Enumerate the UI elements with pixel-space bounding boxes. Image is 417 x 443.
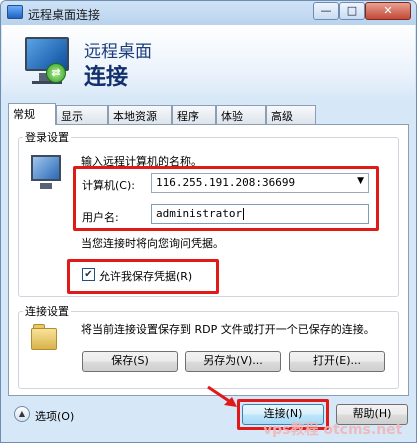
red-arrow-icon: [207, 385, 237, 407]
connection-description: 将当前连接设置保存到 RDP 文件或打开一个已保存的连接。: [81, 323, 375, 336]
title-bar[interactable]: 远程桌面连接 — □ ✕: [1, 1, 416, 25]
computer-icon: [31, 155, 61, 181]
save-as-button[interactable]: 另存为(V)...: [185, 351, 281, 372]
general-tab-panel: 登录设置 输入远程计算机的名称。 计算机(C): 116.255.191.208…: [8, 124, 409, 396]
remote-desktop-window: 远程桌面连接 — □ ✕ ⇄ 远程桌面 连接 常规 显示 本地资源 程序 体验 …: [0, 0, 417, 443]
options-toggle[interactable]: 选项(O): [35, 408, 74, 424]
connection-arrow-icon: ⇄: [46, 63, 66, 83]
minimize-button[interactable]: —: [313, 2, 339, 20]
tab-advanced[interactable]: 高级: [266, 105, 316, 124]
maximize-button[interactable]: □: [339, 2, 365, 20]
connection-settings-label: 连接设置: [23, 303, 71, 319]
login-settings-label: 登录设置: [23, 129, 71, 145]
watermark-text: vps教程 otcms.net: [263, 422, 403, 438]
folder-icon: [31, 328, 57, 350]
header-banner: ⇄ 远程桌面 连接: [2, 25, 415, 101]
computer-stand: [40, 183, 52, 189]
tab-local-resources[interactable]: 本地资源: [108, 105, 172, 124]
annotation-box-save-credentials: [67, 259, 219, 294]
banner-headline: 连接: [84, 65, 129, 90]
save-button[interactable]: 保存(S): [82, 351, 178, 372]
close-button[interactable]: ✕: [365, 2, 411, 20]
chevron-up-icon[interactable]: ▲: [14, 406, 30, 422]
tab-programs[interactable]: 程序: [172, 105, 216, 124]
tab-experience[interactable]: 体验: [216, 105, 266, 124]
tab-display[interactable]: 显示: [56, 105, 108, 124]
window-title: 远程桌面连接: [28, 8, 101, 22]
annotation-box-credentials: [73, 166, 379, 231]
tab-general[interactable]: 常规: [8, 103, 56, 125]
app-icon: [7, 5, 23, 19]
credential-note: 当您连接时将向您询问凭据。: [81, 237, 224, 250]
open-button[interactable]: 打开(E)...: [289, 351, 385, 372]
